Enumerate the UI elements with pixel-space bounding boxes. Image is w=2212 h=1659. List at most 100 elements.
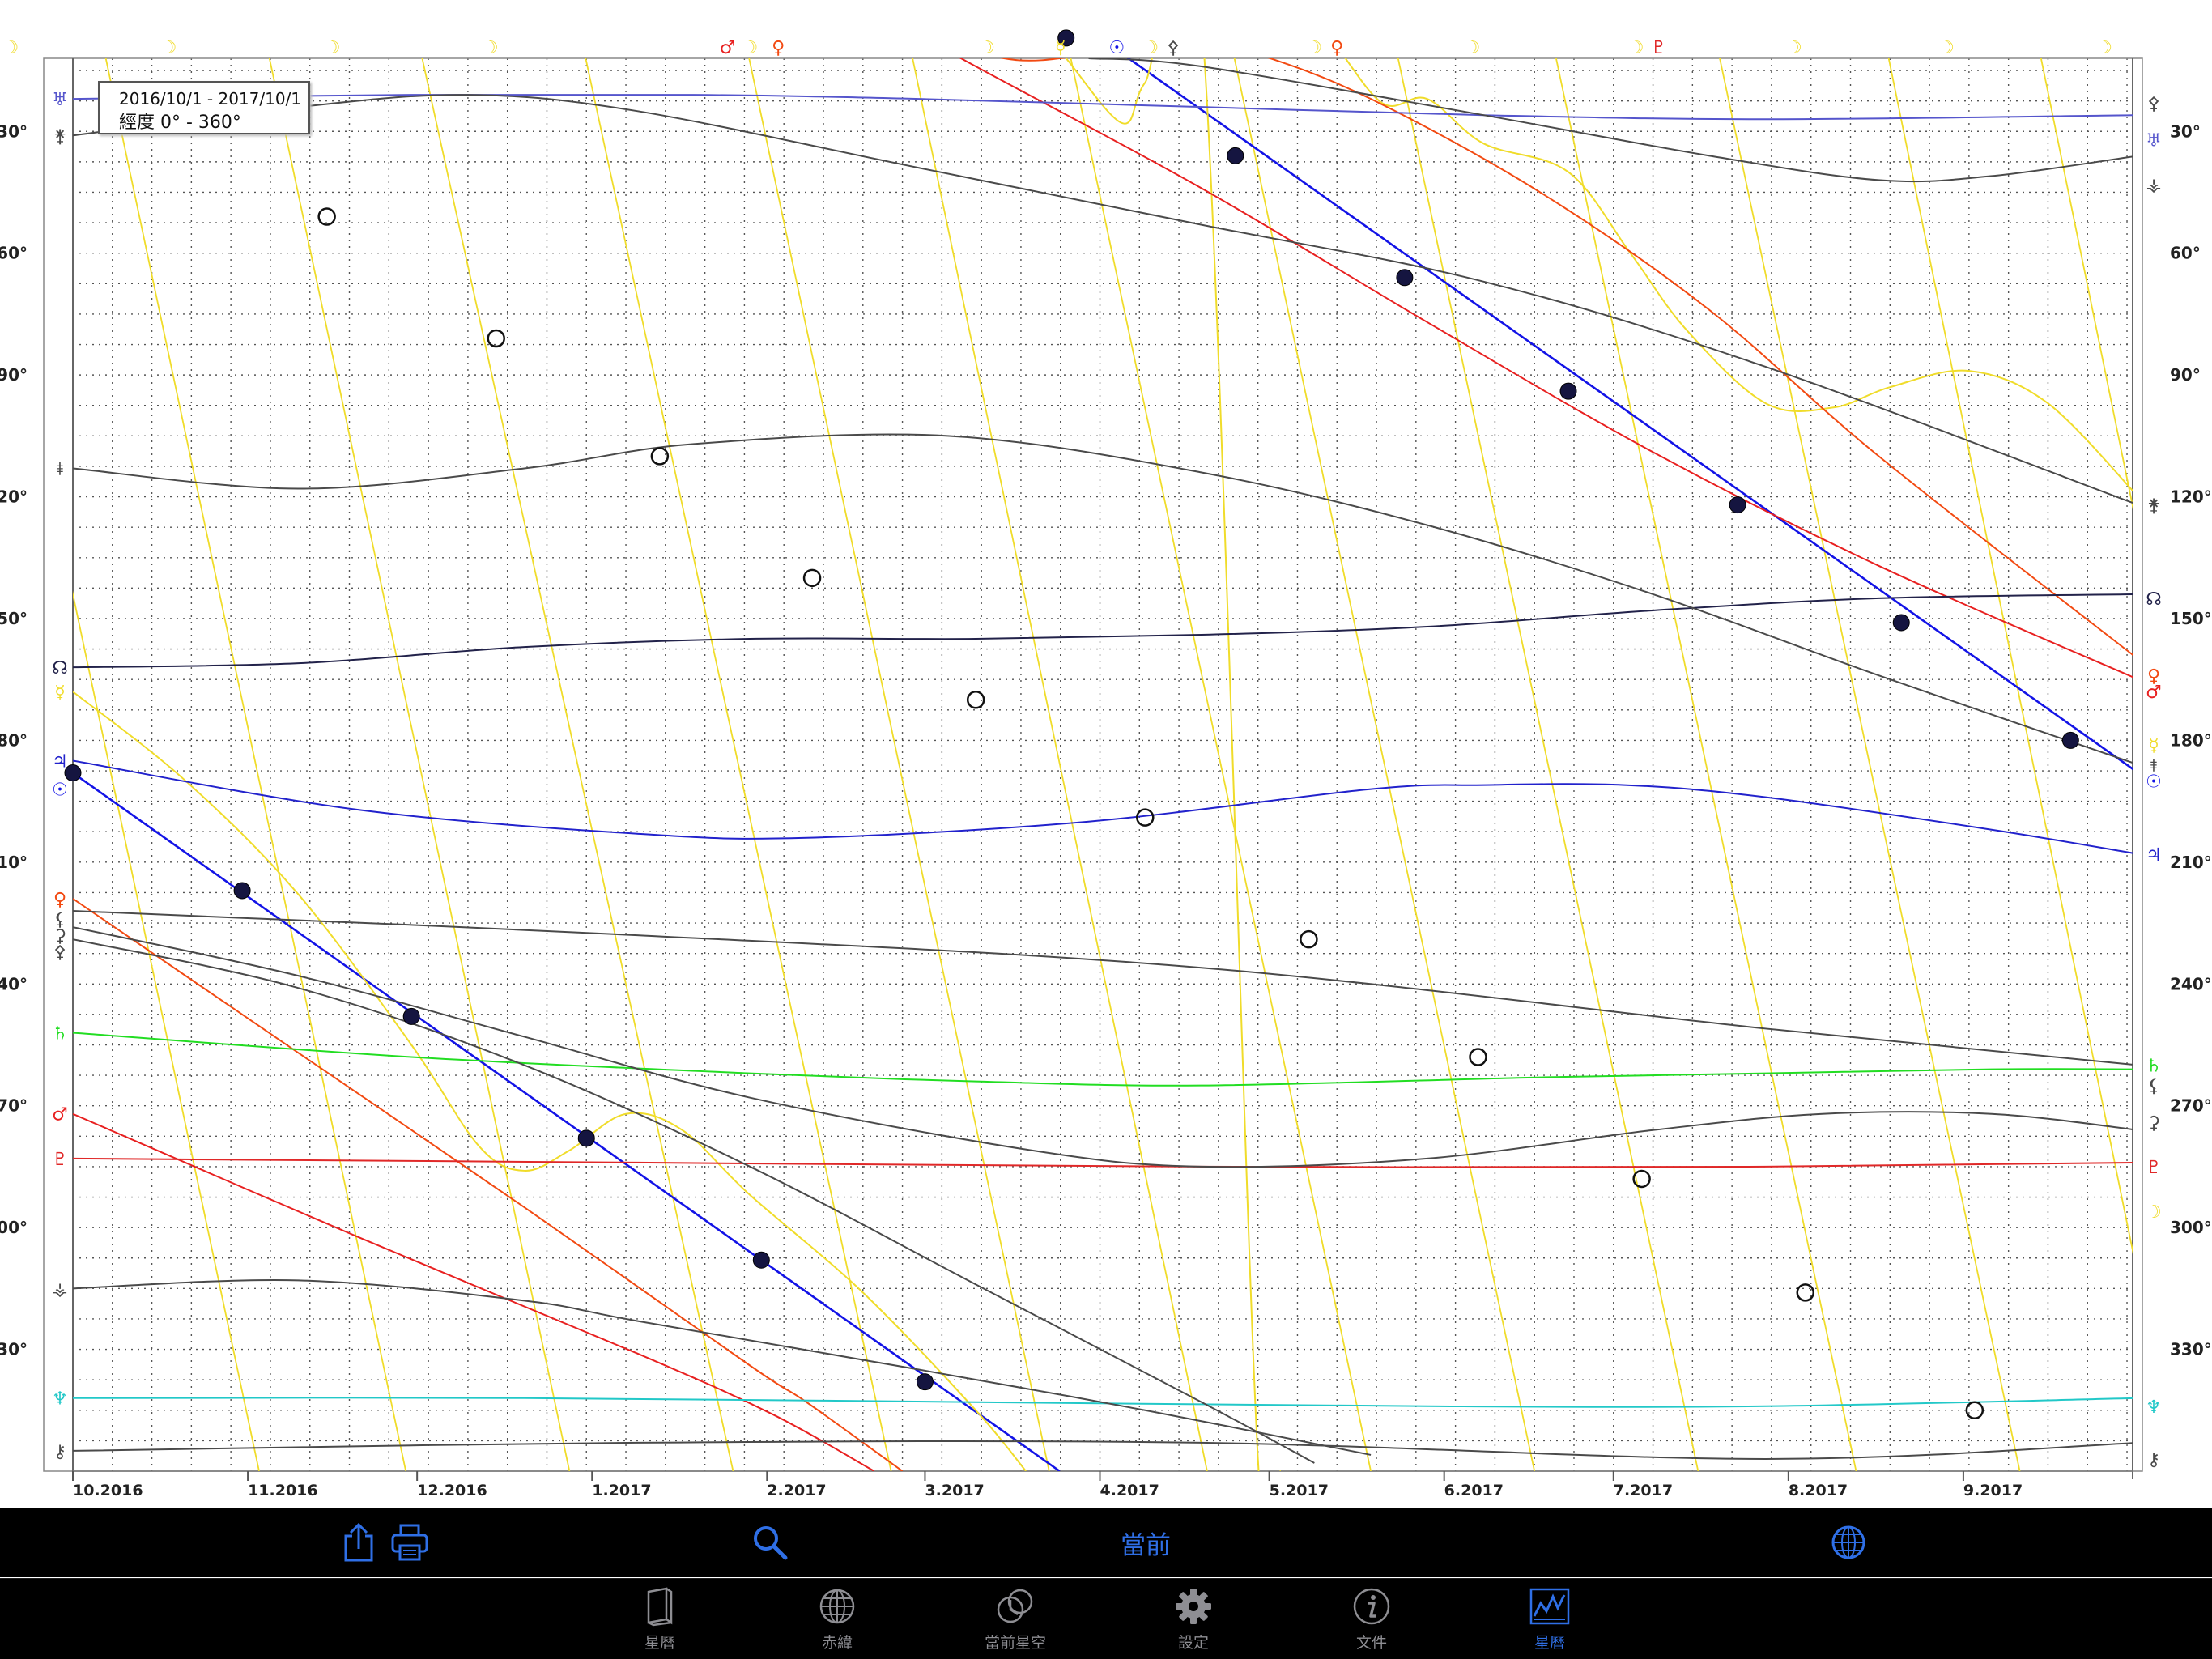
y-tick-label: 330° <box>0 1340 28 1359</box>
globe-icon <box>1831 1525 1865 1559</box>
sun-position-marker <box>402 1007 420 1025</box>
series-vesta <box>73 1278 1372 1456</box>
moon-line <box>748 58 1050 1471</box>
new-moon-marker <box>1796 1283 1814 1302</box>
y-tick-label: 60° <box>0 244 28 263</box>
planet-glyph-top: ♇ <box>1651 38 1667 58</box>
print-button[interactable] <box>387 1521 432 1564</box>
search-icon <box>754 1526 788 1560</box>
x-tick-label: 6.2017 <box>1444 1482 1504 1499</box>
ephemeris-chart: 10.2016 11.2016 12.2016 1.2017 2.2017 3.2017 4… <box>0 0 2212 1508</box>
series-lilith <box>73 910 2133 1066</box>
x-tick-label: 5.2017 <box>1270 1482 1329 1499</box>
planet-glyph-top: ☉ <box>1109 38 1125 58</box>
y-tick-label: 240° <box>2170 974 2212 993</box>
tab-documents[interactable]: 文件 <box>1323 1585 1420 1658</box>
planet-glyph-right: ⚷ <box>2147 1450 2160 1470</box>
tab-ephemeris-book[interactable]: 星曆 <box>611 1585 708 1658</box>
planet-glyph-top: ☽ <box>161 38 177 58</box>
series-chiron <box>73 1440 2133 1460</box>
moon-line <box>421 58 734 1471</box>
sun-position-marker <box>1227 147 1244 164</box>
y-tick-label: 300° <box>2170 1218 2212 1237</box>
x-tick-label: 9.2017 <box>1963 1482 2023 1499</box>
tab-settings[interactable]: 設定 <box>1145 1585 1242 1658</box>
tab-label: 當前星空 <box>984 1634 1046 1652</box>
globe-icon <box>819 1589 855 1624</box>
series-jupiter <box>73 759 2133 854</box>
planet-glyph-left: ☿ <box>54 683 66 703</box>
planet-glyph-left: ♅ <box>52 90 68 110</box>
series-mercury <box>73 691 1027 1471</box>
planet-glyph-left: ⚷ <box>53 1442 66 1462</box>
planet-glyph-top: ☽ <box>1628 38 1644 58</box>
moon-line <box>1719 58 2021 1471</box>
planet-glyph-left: ♃ <box>52 751 68 772</box>
y-tick-label: 240° <box>0 974 28 993</box>
x-tick-label: 11.2016 <box>248 1482 318 1499</box>
search-button[interactable] <box>750 1521 790 1564</box>
sun-position-marker <box>2061 731 2079 749</box>
gear-icon <box>1176 1589 1211 1624</box>
series-sun <box>1126 58 2133 771</box>
planet-glyph-left: ⚶ <box>53 1279 68 1300</box>
planet-glyph-right: ⚴ <box>2147 94 2160 114</box>
ephemeris-chart-svg: 10.2016 11.2016 12.2016 1.2017 2.2017 3.2017 4… <box>0 29 2212 1499</box>
x-tick-label: 10.2016 <box>73 1482 143 1499</box>
planet-glyph-right: ☊ <box>2146 589 2162 610</box>
x-tick-label: 1.2017 <box>592 1482 651 1499</box>
planet-glyph-right: ♂ <box>2146 683 2162 703</box>
book-icon <box>647 1587 673 1627</box>
tab-label: 星曆 <box>1534 1634 1565 1652</box>
bottom-toolbar: 當前 <box>0 1508 2212 1577</box>
sun-position-marker <box>1559 382 1577 400</box>
y-tick-label: 60° <box>2170 244 2201 263</box>
x-tick-label: 3.2017 <box>925 1482 984 1499</box>
y-tick-label: 270° <box>0 1096 28 1116</box>
globe-button[interactable] <box>1828 1521 1869 1564</box>
moon-line <box>73 590 260 1471</box>
planet-glyph-right: ♄ <box>2146 1057 2162 1077</box>
planet-glyph-right: ⚳ <box>2147 1113 2160 1134</box>
sun-position-marker <box>752 1251 770 1269</box>
tab-current-sky[interactable]: 當前星空 <box>967 1585 1064 1658</box>
planet-glyph-top: ☽ <box>1465 38 1481 58</box>
y-tick-label: 210° <box>0 853 28 872</box>
tab-ephemeris-graph[interactable]: 星曆 <box>1501 1585 1598 1658</box>
tab-label: 設定 <box>1177 1634 1209 1652</box>
planet-glyph-top: ☽ <box>1938 38 1955 58</box>
series-node <box>73 593 2133 669</box>
planet-glyph-right: ☽ <box>2146 1202 2162 1223</box>
y-tick-label: 90° <box>0 365 28 385</box>
y-tick-label: 30° <box>0 121 28 141</box>
share-button[interactable] <box>338 1521 379 1564</box>
sun-position-marker <box>233 882 251 900</box>
planet-glyph-right: ☉ <box>2146 772 2162 793</box>
planet-glyph-top: ☽ <box>2096 38 2112 58</box>
y-tick-label: 30° <box>2170 121 2201 141</box>
planet-glyph-right: ♆ <box>2146 1397 2162 1418</box>
planet-glyph-right: ♃ <box>2146 845 2162 866</box>
y-tick-label: 90° <box>2170 365 2201 385</box>
new-moon-marker <box>1469 1048 1487 1066</box>
planet-glyph-top: ♂ <box>720 38 736 58</box>
y-tick-label: 180° <box>0 730 28 750</box>
tab-bar: 星曆 赤緯 當前星空 設定 文件 星曆 <box>0 1578 2212 1659</box>
sun-position-marker <box>577 1129 595 1147</box>
share-icon <box>344 1522 373 1562</box>
planet-glyph-left: ☊ <box>52 658 68 678</box>
planet-glyph-top: ☿ <box>1055 38 1066 58</box>
longitude-range-label: 經度 0° - 360° <box>119 113 241 133</box>
series-mercury <box>1065 58 1282 1471</box>
new-moon-marker <box>802 568 822 588</box>
x-tick-label: 8.2017 <box>1789 1482 1848 1499</box>
current-button[interactable]: 當前 <box>1109 1521 1182 1564</box>
planet-glyph-right: ⚵ <box>2147 496 2160 517</box>
series-mars <box>959 58 2133 678</box>
y-tick-label: 270° <box>2170 1096 2212 1116</box>
series-venus <box>73 898 904 1471</box>
y-tick-label: 120° <box>0 487 28 507</box>
sun-position-marker <box>1396 269 1414 287</box>
planet-glyph-right: ♅ <box>2146 130 2162 151</box>
tab-declination[interactable]: 赤緯 <box>789 1585 886 1658</box>
